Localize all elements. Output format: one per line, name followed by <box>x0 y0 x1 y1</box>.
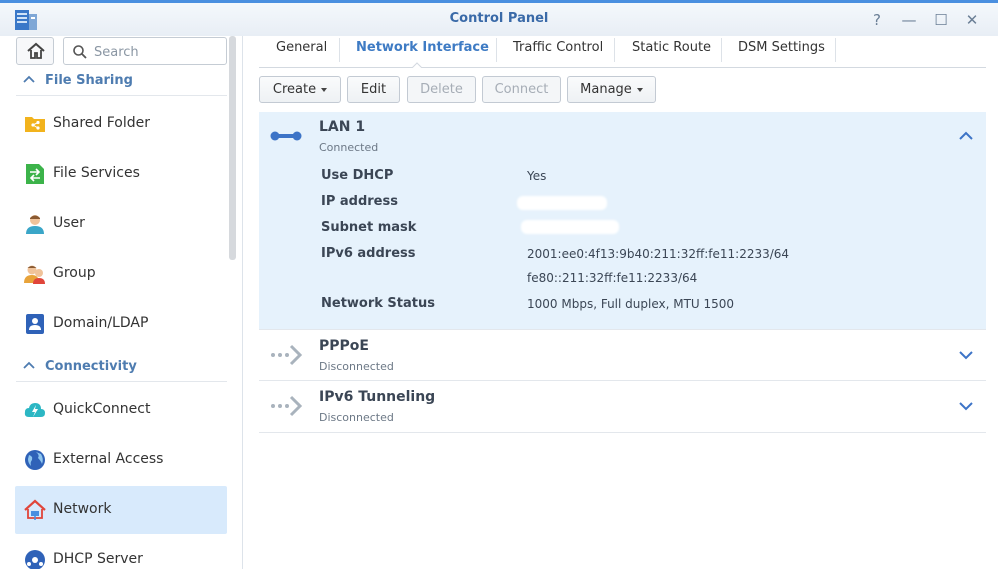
sidebar-item-label: Domain/LDAP <box>53 315 149 331</box>
redacted-subnet-mask <box>521 220 619 234</box>
network-icon <box>24 499 46 520</box>
sidebar-item-group[interactable]: Group <box>15 250 227 298</box>
user-icon <box>26 215 44 234</box>
sidebar-item-label: QuickConnect <box>53 401 151 417</box>
use-dhcp-value: Yes <box>527 169 547 183</box>
interface-row-ipv6-tunneling[interactable]: IPv6 Tunneling Disconnected <box>259 382 986 433</box>
quickconnect-icon <box>24 403 45 417</box>
chevron-up-icon <box>23 361 35 369</box>
section-label: File Sharing <box>45 73 133 88</box>
domain-ldap-icon <box>26 314 44 334</box>
delete-button[interactable]: Delete <box>407 76 476 103</box>
file-services-icon <box>26 164 44 184</box>
sidebar-item-shared-folder[interactable]: Shared Folder <box>15 100 227 148</box>
tab-divider <box>614 38 615 62</box>
network-status-value: 1000 Mbps, Full duplex, MTU 1500 <box>527 297 735 311</box>
minimize-button[interactable]: — <box>900 11 918 29</box>
sidebar-item-label: External Access <box>53 451 164 467</box>
create-button[interactable]: Create <box>259 76 341 103</box>
close-button[interactable]: ✕ <box>963 11 981 29</box>
sidebar-item-user[interactable]: User <box>15 200 227 248</box>
network-status-label: Network Status <box>321 296 435 311</box>
maximize-button[interactable]: ☐ <box>932 11 950 29</box>
interface-status: Disconnected <box>319 360 394 373</box>
tab-divider <box>721 38 722 62</box>
sidebar-item-network[interactable]: Network <box>15 486 227 534</box>
tab-divider <box>496 38 497 62</box>
chevron-down-icon[interactable] <box>958 349 974 361</box>
edit-button[interactable]: Edit <box>347 76 400 103</box>
tab-bar: General Network Interface Traffic Contro… <box>259 36 986 68</box>
tab-general[interactable]: General <box>276 36 327 68</box>
tab-divider <box>339 38 340 62</box>
section-file-sharing[interactable]: File Sharing <box>16 66 227 96</box>
interface-status: Disconnected <box>319 411 394 424</box>
ipv6-link-local-value: fe80::211:32ff:fe11:2233/64 <box>527 271 698 285</box>
button-label: Manage <box>580 82 632 97</box>
sidebar-item-label: Group <box>53 265 96 281</box>
sidebar-item-file-services[interactable]: File Services <box>15 150 227 198</box>
sidebar-item-quickconnect[interactable]: QuickConnect <box>15 386 227 434</box>
section-label: Connectivity <box>45 359 137 374</box>
disconnected-link-icon <box>271 395 303 417</box>
title-bar: Control Panel ? — ☐ ✕ <box>0 0 998 36</box>
connected-link-icon <box>270 131 302 141</box>
ipv6-address-label: IPv6 address <box>321 246 416 261</box>
home-icon <box>27 42 45 59</box>
dhcp-server-icon <box>25 550 45 569</box>
help-button[interactable]: ? <box>868 11 886 29</box>
dropdown-caret-icon <box>321 87 328 92</box>
sidebar-scrollbar[interactable] <box>229 36 236 260</box>
sidebar-item-dhcp-server[interactable]: DHCP Server <box>15 536 227 569</box>
active-tab-indicator <box>412 62 422 68</box>
chevron-up-icon <box>23 75 35 83</box>
subnet-mask-label: Subnet mask <box>321 220 417 235</box>
external-access-icon <box>25 450 45 470</box>
sidebar: File Sharing Shared Folder File Services… <box>0 36 243 569</box>
window-title: Control Panel <box>449 11 549 26</box>
search-box[interactable] <box>63 37 227 65</box>
sidebar-item-label: User <box>53 215 85 231</box>
ip-address-label: IP address <box>321 194 398 209</box>
ipv6-address-value: 2001:ee0:4f13:9b40:211:32ff:fe11:2233/64 <box>527 247 790 261</box>
button-label: Create <box>272 82 317 97</box>
tab-static-route[interactable]: Static Route <box>632 36 711 68</box>
main-panel: General Network Interface Traffic Contro… <box>244 36 998 569</box>
chevron-down-icon[interactable] <box>958 400 974 412</box>
sidebar-item-label: Network <box>53 501 112 517</box>
manage-button[interactable]: Manage <box>567 76 656 103</box>
dropdown-caret-icon <box>636 87 643 92</box>
interface-row-lan1[interactable]: LAN 1 Connected Use DHCP Yes IP address … <box>259 112 986 330</box>
search-input[interactable] <box>94 42 222 62</box>
sidebar-item-domain-ldap[interactable]: Domain/LDAP <box>15 300 227 348</box>
group-icon <box>24 265 45 284</box>
search-icon <box>73 45 87 59</box>
home-button[interactable] <box>16 37 54 65</box>
redacted-ip-address <box>517 196 607 210</box>
shared-folder-icon <box>25 117 45 132</box>
use-dhcp-label: Use DHCP <box>321 168 394 183</box>
sidebar-item-label: DHCP Server <box>53 551 143 567</box>
tab-dsm-settings[interactable]: DSM Settings <box>738 36 825 68</box>
tab-traffic-control[interactable]: Traffic Control <box>513 36 603 68</box>
interface-name: IPv6 Tunneling <box>319 389 436 405</box>
sidebar-item-external-access[interactable]: External Access <box>15 436 227 484</box>
tab-network-interface[interactable]: Network Interface <box>356 36 489 68</box>
chevron-up-icon[interactable] <box>958 130 974 142</box>
section-connectivity[interactable]: Connectivity <box>16 352 227 382</box>
interface-name: PPPoE <box>319 338 369 354</box>
interface-name: LAN 1 <box>319 119 366 135</box>
sidebar-item-label: File Services <box>53 165 140 181</box>
connect-button[interactable]: Connect <box>482 76 561 103</box>
disconnected-link-icon <box>271 344 303 366</box>
interface-status: Connected <box>319 141 379 154</box>
sidebar-item-label: Shared Folder <box>53 115 151 131</box>
interface-row-pppoe[interactable]: PPPoE Disconnected <box>259 331 986 381</box>
tab-divider <box>835 38 836 62</box>
